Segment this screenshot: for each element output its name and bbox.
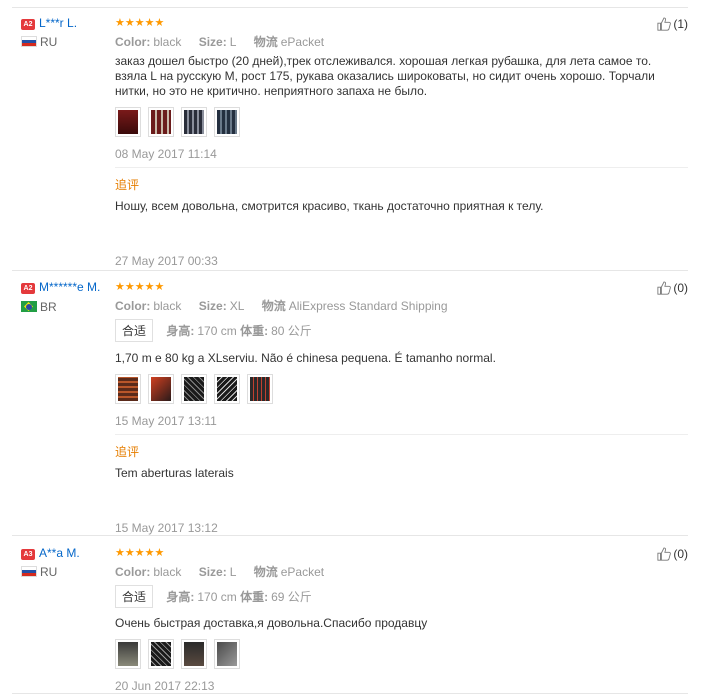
reviewer-info: A2 M******e M. BR (21, 281, 109, 314)
reviewer-info: A2 L***r L. RU (21, 16, 109, 49)
followup-text: Ношу, всем довольна, смотрится красиво, … (115, 199, 544, 213)
review-photo[interactable] (247, 374, 273, 404)
review-photo[interactable] (181, 374, 207, 404)
review-separator (12, 7, 688, 8)
rating-stars: ★★★★★ (115, 281, 165, 293)
helpful-button[interactable]: (0) (657, 281, 688, 295)
helpful-count: (0) (673, 281, 688, 295)
review-photo[interactable] (181, 107, 207, 137)
fit-tag: 合适 (115, 319, 154, 342)
ru-flag-icon (21, 36, 37, 47)
rating-stars: ★★★★★ (115, 547, 165, 559)
review-photos (115, 639, 675, 671)
level-badge: A2 (21, 283, 35, 294)
followup-divider (115, 434, 688, 435)
followup-date: 27 May 2017 00:33 (115, 254, 218, 268)
reviewer-country: RU (40, 35, 58, 49)
reviewer-name[interactable]: A**a M. (39, 546, 80, 560)
review-content: ★★★★★ Color: black Size: L 物流 ePacket 合适 身高… (115, 547, 675, 693)
review-photo[interactable] (148, 374, 174, 404)
review-text: 1,70 m e 80 kg a XLserviu. Não é chinesa… (115, 351, 496, 365)
fit-info: 合适 身高: 170 cm 体重: 80 公斤 (115, 319, 675, 342)
order-attributes: Color: black Size: L 物流 ePacket (115, 35, 325, 49)
review-text: Очень быстрая доставка,я довольна.Спасиб… (115, 616, 428, 630)
review-separator (12, 693, 688, 694)
fit-tag: 合适 (115, 585, 154, 608)
level-badge: A2 (21, 19, 35, 30)
review-date: 08 May 2017 11:14 (115, 147, 217, 161)
review-photos (115, 374, 675, 406)
fit-info: 合适 身高: 170 cm 体重: 69 公斤 (115, 585, 675, 608)
reviewer-country: BR (40, 300, 57, 314)
br-flag-icon (21, 301, 37, 312)
review-photo[interactable] (115, 107, 141, 137)
review-photo[interactable] (115, 639, 141, 669)
helpful-button[interactable]: (1) (657, 17, 688, 31)
reviewer-info: A3 A**a M. RU (21, 546, 109, 579)
helpful-button[interactable]: (0) (657, 547, 688, 561)
followup-text: Tem aberturas laterais (115, 466, 234, 480)
height-value: 170 cm (197, 324, 237, 338)
review-photo[interactable] (214, 107, 240, 137)
followup-title: 追评 (115, 178, 140, 192)
level-badge: A3 (21, 549, 35, 560)
review-separator (12, 270, 688, 271)
review-date: 15 May 2017 13:11 (115, 414, 217, 428)
review-photo[interactable] (214, 639, 240, 669)
height-value: 170 cm (197, 590, 237, 604)
review-photo[interactable] (214, 374, 240, 404)
ru-flag-icon (21, 566, 37, 577)
review-photos (115, 107, 675, 139)
rating-stars: ★★★★★ (115, 17, 165, 29)
helpful-count: (0) (673, 547, 688, 561)
review-content: ★★★★★ Color: black Size: XL 物流 AliExpress S… (115, 281, 688, 535)
weight-value: 80 公斤 (271, 324, 312, 338)
reviewer-name[interactable]: M******e M. (39, 280, 100, 294)
review-text: заказ дошел быстро (20 дней),трек отслеж… (115, 54, 655, 98)
followup-title: 追评 (115, 445, 140, 459)
thumbs-up-icon (657, 17, 672, 31)
review-photo[interactable] (181, 639, 207, 669)
thumbs-up-icon (657, 281, 672, 295)
review-photo[interactable] (115, 374, 141, 404)
review-date: 20 Jun 2017 22:13 (115, 679, 215, 693)
followup-date: 15 May 2017 13:12 (115, 521, 218, 535)
review-content: ★★★★★ Color: black Size: L 物流 ePacket заказ… (115, 17, 688, 268)
review-separator (12, 535, 688, 536)
reviewer-name[interactable]: L***r L. (39, 16, 77, 30)
order-attributes: Color: black Size: L 物流 ePacket (115, 565, 325, 579)
helpful-count: (1) (673, 17, 688, 31)
followup-divider (115, 167, 688, 168)
reviewer-country: RU (40, 565, 58, 579)
review-photo[interactable] (148, 639, 174, 669)
weight-value: 69 公斤 (271, 590, 312, 604)
thumbs-up-icon (657, 547, 672, 561)
review-photo[interactable] (148, 107, 174, 137)
order-attributes: Color: black Size: XL 物流 AliExpress Standar… (115, 299, 448, 313)
